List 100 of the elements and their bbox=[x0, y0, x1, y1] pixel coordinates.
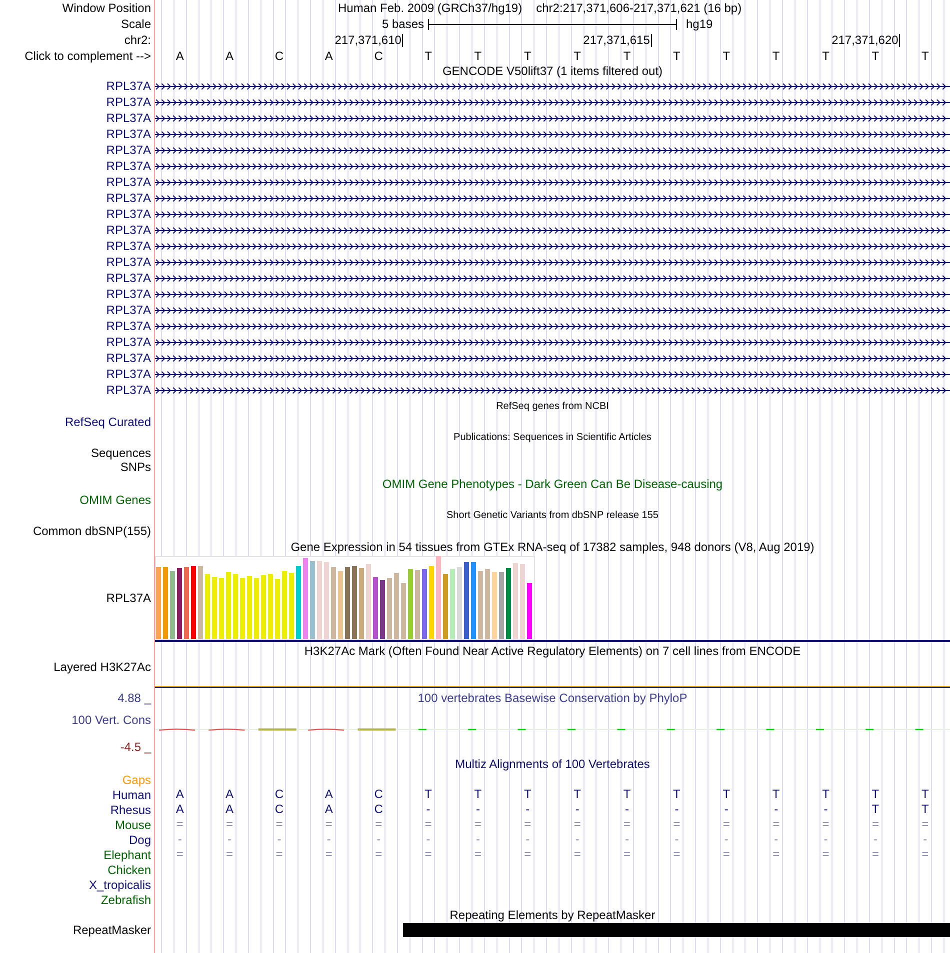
gene-label[interactable]: RPL37A bbox=[106, 191, 151, 205]
alignment-character: = bbox=[772, 848, 780, 861]
alignment-character: = bbox=[474, 848, 482, 861]
base-letter: T bbox=[772, 50, 780, 62]
alignment-character: = bbox=[375, 818, 382, 831]
gene-feature-line[interactable] bbox=[155, 146, 950, 154]
gene-label[interactable]: RPL37A bbox=[106, 223, 151, 237]
base-letter: T bbox=[673, 50, 680, 62]
alignment-character: - bbox=[923, 833, 928, 846]
alignment-character: = bbox=[524, 818, 532, 831]
gene-feature-line[interactable] bbox=[155, 178, 950, 186]
track-title: Repeating Elements by RepeatMasker bbox=[450, 908, 656, 922]
track-label[interactable]: Common dbSNP(155) bbox=[32, 524, 151, 538]
alignment-character: C bbox=[274, 803, 284, 816]
track-label[interactable]: 100 Vert. Cons bbox=[72, 713, 151, 727]
gene-feature-line[interactable] bbox=[155, 322, 950, 330]
gene-feature-line[interactable] bbox=[155, 194, 950, 202]
track-title: H3K27Ac Mark (Often Found Near Active Regulatory Elements) on 7 cell lines from ENCODE bbox=[304, 644, 801, 658]
gene-label[interactable]: RPL37A bbox=[106, 79, 151, 93]
gene-feature-line[interactable] bbox=[155, 98, 950, 106]
gene-label[interactable]: RPL37A bbox=[106, 127, 151, 141]
gene-feature-line[interactable] bbox=[155, 338, 950, 346]
base-letter: A bbox=[176, 50, 184, 62]
gene-feature-line[interactable] bbox=[155, 226, 950, 234]
gene-feature-line[interactable] bbox=[155, 242, 950, 250]
base-letter: T bbox=[722, 50, 730, 62]
gene-feature-line[interactable] bbox=[155, 210, 950, 218]
alignment-character: = bbox=[722, 848, 730, 861]
track-label[interactable]: OMIM Genes bbox=[80, 493, 151, 507]
alignment-character: - bbox=[426, 833, 430, 846]
base-letter: C bbox=[374, 50, 383, 62]
base-letter: T bbox=[524, 50, 532, 62]
gene-label[interactable]: RPL37A bbox=[106, 367, 151, 381]
alignment-character: = bbox=[325, 848, 332, 861]
base-letter: C bbox=[274, 50, 284, 62]
scale-span-label: 5 bases bbox=[382, 17, 424, 31]
gene-feature-line[interactable] bbox=[155, 82, 950, 90]
alignment-character: T bbox=[921, 803, 929, 816]
gene-label[interactable]: RPL37A bbox=[106, 111, 151, 125]
gene-label[interactable]: RPL37A bbox=[106, 351, 151, 365]
gene-label[interactable]: RPL37A bbox=[106, 95, 151, 109]
alignment-character: = bbox=[176, 848, 184, 861]
gene-label[interactable]: RPL37A bbox=[106, 319, 151, 333]
base-letter: T bbox=[574, 50, 582, 62]
alignment-character: = bbox=[922, 848, 929, 861]
gene-label[interactable]: RPL37A bbox=[106, 207, 151, 221]
alignment-character: - bbox=[476, 803, 480, 816]
gene-feature-line[interactable] bbox=[155, 274, 950, 282]
alignment-character: T bbox=[872, 803, 880, 816]
alignment-character: - bbox=[376, 833, 381, 846]
alignment-character: T bbox=[574, 788, 582, 801]
gene-label[interactable]: RPL37A bbox=[106, 335, 151, 349]
alignment-character: = bbox=[375, 848, 382, 861]
gene-feature-line[interactable] bbox=[155, 370, 950, 378]
alignment-character: = bbox=[872, 848, 879, 861]
scale-max-label: 4.88 _ bbox=[118, 690, 151, 704]
alignment-character: - bbox=[526, 803, 530, 816]
track-title: Multiz Alignments of 100 Vertebrates bbox=[455, 757, 650, 771]
alignment-character: A bbox=[324, 788, 333, 801]
gene-label[interactable]: RPL37A bbox=[106, 303, 151, 317]
gene-feature-line[interactable] bbox=[155, 290, 950, 298]
gene-label[interactable]: RPL37A bbox=[106, 287, 151, 301]
gene-feature-line[interactable] bbox=[155, 130, 950, 138]
alignment-character: = bbox=[524, 848, 532, 861]
alignment-character: - bbox=[774, 803, 778, 816]
gene-label[interactable]: RPL37A bbox=[106, 271, 151, 285]
alignment-character: - bbox=[426, 803, 430, 816]
alignment-character: - bbox=[277, 833, 282, 846]
species-label: Gaps bbox=[122, 772, 151, 786]
track-label[interactable]: RepeatMasker bbox=[72, 922, 151, 936]
gene-feature-line[interactable] bbox=[155, 162, 950, 170]
gene-label[interactable]: RPL37A bbox=[106, 239, 151, 253]
ruler-tick-label: 217,371,610 bbox=[334, 34, 404, 46]
gene-label[interactable]: RPL37A bbox=[106, 255, 151, 269]
gene-feature-line[interactable] bbox=[155, 354, 950, 362]
species-label: Rhesus bbox=[110, 802, 151, 816]
track-label[interactable]: Sequences bbox=[90, 446, 151, 460]
alignment-character: = bbox=[325, 818, 332, 831]
gene-label[interactable]: RPL37A bbox=[106, 175, 151, 189]
gene-feature-line[interactable] bbox=[155, 258, 950, 266]
alignment-character: C bbox=[274, 788, 284, 801]
track-title: 100 vertebrates Basewise Conservation by PhyloP bbox=[418, 690, 688, 704]
gene-label[interactable]: RPL37A bbox=[106, 383, 151, 397]
alignment-character: - bbox=[674, 803, 679, 816]
track-title: Gene Expression in 54 tissues from GTEx RNA-seq of 17382 samples, 948 donors (V8, Aug 2019) bbox=[290, 540, 814, 554]
track-label[interactable]: SNPs bbox=[120, 460, 151, 474]
track-label[interactable]: RPL37A bbox=[106, 591, 151, 605]
track-label[interactable]: RefSeq Curated bbox=[64, 415, 151, 429]
gene-label[interactable]: RPL37A bbox=[106, 159, 151, 173]
repeat-element-bar[interactable] bbox=[403, 922, 950, 936]
alignment-character: - bbox=[824, 833, 828, 846]
alignment-character: - bbox=[625, 803, 630, 816]
gene-feature-line[interactable] bbox=[155, 306, 950, 314]
alignment-character: C bbox=[374, 803, 383, 816]
alignment-character: - bbox=[476, 833, 480, 846]
gene-label[interactable]: RPL37A bbox=[106, 143, 151, 157]
alignment-character: = bbox=[176, 818, 184, 831]
gene-feature-line[interactable] bbox=[155, 386, 950, 394]
gene-feature-line[interactable] bbox=[155, 114, 950, 122]
track-label[interactable]: Layered H3K27Ac bbox=[54, 660, 151, 674]
